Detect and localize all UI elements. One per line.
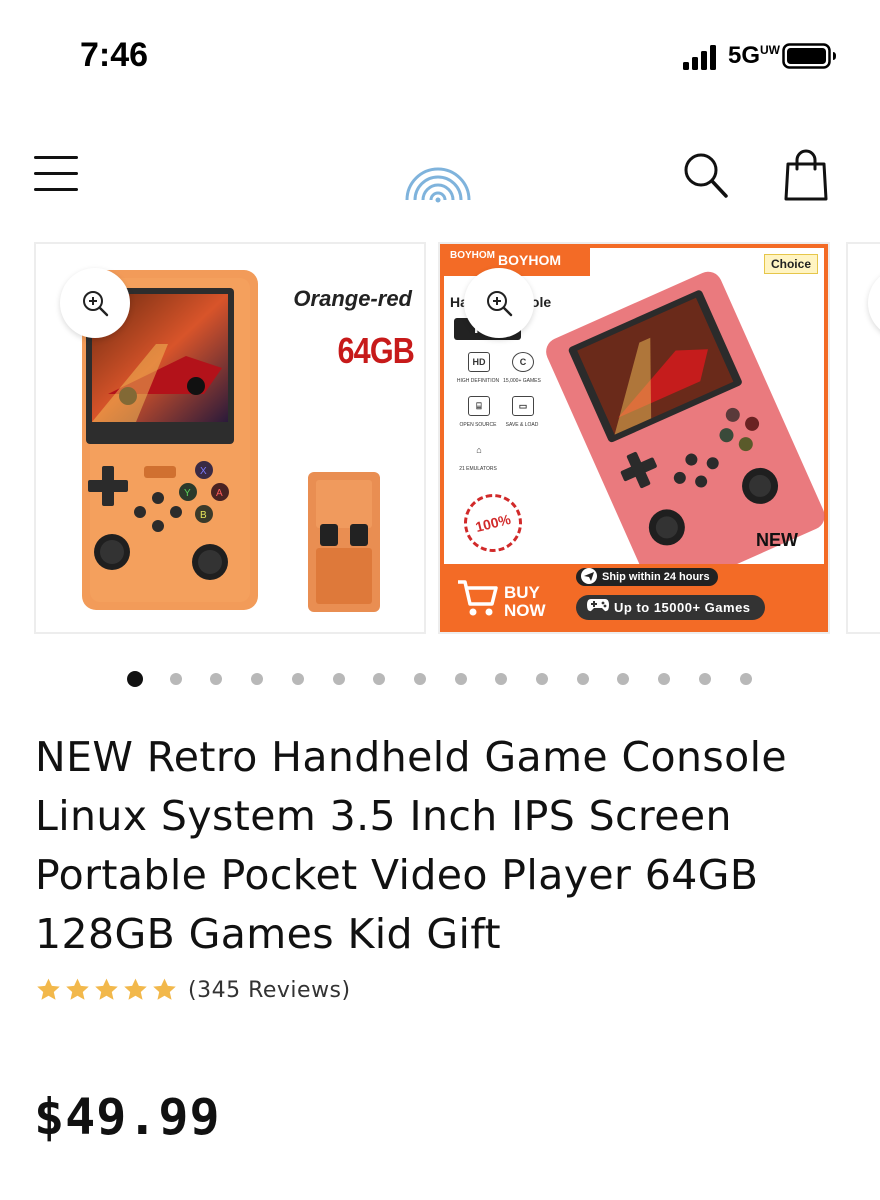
- carousel-dot[interactable]: [739, 673, 752, 685]
- zoom-in-button[interactable]: [60, 268, 130, 338]
- shopping-cart-icon: [458, 580, 498, 616]
- svg-text:A: A: [216, 488, 223, 499]
- product-title: NEW Retro Handheld Game Console Linux Sy…: [35, 733, 788, 958]
- buy-now-label: BUY NOW: [504, 583, 546, 620]
- star-icon: [153, 978, 176, 1000]
- product-image-1[interactable]: X Y A B Orange-red 64GB: [34, 242, 426, 634]
- slide1-capacity-label: 64GB: [337, 330, 414, 371]
- carousel-dot[interactable]: [169, 673, 182, 685]
- cellular-signal-icon: [683, 45, 716, 70]
- zoom-in-button[interactable]: [464, 268, 534, 338]
- svg-text:Y: Y: [184, 488, 191, 499]
- star-icon: [95, 978, 118, 1000]
- svg-text:B: B: [200, 510, 207, 521]
- status-bar: 7:46 5GUW: [0, 0, 880, 110]
- carousel-dot[interactable]: [332, 673, 345, 685]
- carousel-dot[interactable]: [251, 673, 264, 685]
- carousel-dot[interactable]: [698, 673, 711, 685]
- site-header: [0, 140, 880, 220]
- svg-text:X: X: [200, 466, 207, 477]
- carousel-dot[interactable]: [291, 673, 304, 685]
- network-type: 5GUW: [728, 42, 781, 69]
- carousel-dot[interactable]: [617, 673, 630, 685]
- carousel-pagination: [0, 670, 880, 690]
- product-image-2[interactable]: BOYHOM BOYHOM Choice Ha me Console R S H…: [438, 242, 830, 634]
- carousel-dot[interactable]: [536, 673, 548, 685]
- product-rating[interactable]: (345 Reviews): [35, 975, 351, 1005]
- product-image-carousel[interactable]: X Y A B Orange-red 64GB BOYHOM BOYHOM Ch…: [0, 240, 880, 634]
- zoom-in-button[interactable]: [868, 268, 880, 338]
- zoom-in-icon: [487, 291, 513, 317]
- battery-icon: [782, 43, 836, 69]
- zoom-in-icon: [83, 291, 109, 317]
- star-icon: [66, 978, 89, 1000]
- carousel-dot[interactable]: [495, 673, 508, 685]
- rating-stars: [35, 977, 178, 1003]
- hamburger-menu-icon[interactable]: [34, 152, 78, 194]
- shipping-plane-icon: [581, 568, 597, 584]
- carousel-dot[interactable]: [576, 673, 589, 685]
- carousel-dot[interactable]: [210, 673, 223, 685]
- shopping-bag-icon[interactable]: [782, 148, 830, 202]
- product-price: $49.99: [34, 1088, 221, 1146]
- carousel-dot[interactable]: [373, 673, 386, 685]
- star-icon: [37, 978, 60, 1000]
- product-image-3[interactable]: [846, 242, 880, 634]
- rainbow-arc-logo-icon[interactable]: [403, 152, 473, 204]
- star-icon: [124, 978, 147, 1000]
- review-count-link[interactable]: (345 Reviews): [188, 978, 351, 1003]
- slide1-color-label: Orange-red: [293, 286, 412, 311]
- carousel-dot[interactable]: [127, 671, 143, 687]
- search-icon[interactable]: [680, 150, 730, 200]
- status-time: 7:46: [80, 36, 149, 74]
- carousel-dot[interactable]: [658, 673, 671, 685]
- carousel-dot[interactable]: [454, 673, 467, 685]
- gamepad-icon: [587, 599, 609, 612]
- new-label: NEW: [756, 530, 798, 550]
- carousel-dot[interactable]: [413, 673, 426, 685]
